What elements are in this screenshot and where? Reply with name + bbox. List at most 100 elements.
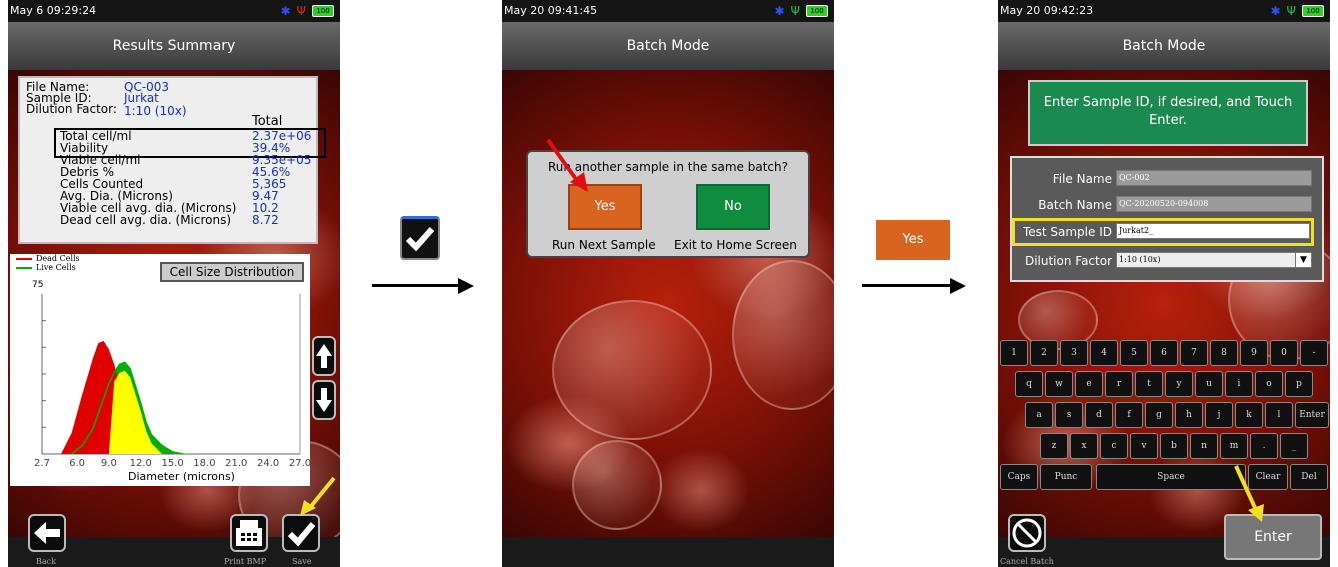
key-t[interactable]: t	[1135, 371, 1163, 397]
battery-icon: 100	[312, 5, 334, 17]
key-5[interactable]: 5	[1120, 340, 1148, 366]
x-tick-label: 6.0	[69, 458, 85, 469]
key-o[interactable]: o	[1255, 371, 1283, 397]
key-g[interactable]: g	[1145, 402, 1173, 428]
key-i[interactable]: i	[1225, 371, 1253, 397]
key-enter[interactable]: Enter	[1295, 402, 1329, 428]
key-x[interactable]: x	[1070, 433, 1098, 459]
x-tick-label: 21.0	[225, 458, 247, 469]
cell-bubble	[552, 300, 712, 440]
key-k[interactable]: k	[1235, 402, 1263, 428]
key-u[interactable]: u	[1195, 371, 1223, 397]
save-check-indicator	[400, 216, 440, 260]
flow-arrow	[862, 284, 952, 287]
key-s[interactable]: s	[1055, 402, 1083, 428]
yes-caption: Run Next Sample	[552, 238, 656, 252]
test-sample-id-input[interactable]: Jurkat2_	[1116, 223, 1310, 239]
key-j[interactable]: j	[1205, 402, 1233, 428]
key-a[interactable]: a	[1025, 402, 1053, 428]
batch-name-field[interactable]: QC-20200520-094008	[1116, 196, 1312, 212]
status-time: May 20 09:42:23	[1000, 4, 1094, 17]
usb-icon: Ψ	[790, 4, 800, 18]
no-button[interactable]: No	[696, 184, 770, 230]
key-[interactable]: _	[1280, 433, 1308, 459]
x-tick-label: 27.0	[289, 458, 310, 469]
key-8[interactable]: 8	[1210, 340, 1238, 366]
key-del[interactable]: Del	[1290, 464, 1328, 490]
battery-icon: 100	[1302, 5, 1324, 17]
page-title: Results Summary	[8, 22, 340, 70]
key-f[interactable]: f	[1115, 402, 1143, 428]
file-name-field[interactable]: QC-002	[1116, 170, 1312, 186]
flow-arrow-head	[950, 278, 966, 294]
key-z[interactable]: z	[1040, 433, 1068, 459]
bluetooth-icon: ✱	[774, 4, 785, 18]
key-0[interactable]: 0	[1270, 340, 1298, 366]
key-7[interactable]: 7	[1180, 340, 1208, 366]
status-bar: May 20 09:41:45 ✱ Ψ 100	[502, 0, 834, 22]
key-space[interactable]: Space	[1096, 464, 1246, 490]
key-punc[interactable]: Punc	[1040, 464, 1092, 490]
dropdown-arrow-icon: ▼	[1295, 253, 1311, 267]
chart-panel: Dead Cells Live Cells Cell Size Distribu…	[10, 254, 310, 486]
key-l[interactable]: l	[1265, 402, 1293, 428]
key-c[interactable]: c	[1100, 433, 1128, 459]
results-summary-screen: May 6 09:29:24 ✱ Ψ 100 Results Summary F…	[8, 0, 340, 567]
key-3[interactable]: 3	[1060, 340, 1088, 366]
scroll-up-button[interactable]	[312, 336, 336, 376]
key-2[interactable]: 2	[1030, 340, 1058, 366]
key-w[interactable]: w	[1045, 371, 1073, 397]
print-bmp-button[interactable]	[230, 514, 268, 552]
batch-mode-prompt-screen: May 20 09:41:45 ✱ Ψ 100 Batch Mode Run a…	[502, 0, 834, 567]
status-time: May 20 09:41:45	[504, 4, 598, 17]
key-1[interactable]: 1	[1000, 340, 1028, 366]
scroll-down-button[interactable]	[312, 380, 336, 420]
results-panel: File Name: Sample ID: Dilution Factor: Q…	[18, 76, 326, 244]
key-b[interactable]: b	[1160, 433, 1188, 459]
usb-icon: Ψ	[1286, 4, 1296, 18]
back-button[interactable]	[28, 514, 66, 552]
key-v[interactable]: v	[1130, 433, 1158, 459]
status-bar: May 20 09:42:23 ✱ Ψ 100	[998, 0, 1330, 22]
onscreen-keyboard: 1 2 3 4 5 6 7 8 9 0- q w e r t y u i o p a s d f g h j k l Enter z x c v b…	[998, 340, 1330, 496]
bluetooth-icon: ✱	[280, 4, 291, 18]
key-y[interactable]: y	[1165, 371, 1193, 397]
cancel-batch-button[interactable]	[1008, 514, 1046, 552]
key-n[interactable]: n	[1190, 433, 1218, 459]
x-tick-label: 2.7	[34, 458, 50, 469]
cell-size-chart: 2.7 6.0 9.0 12.0 15.0 18.0 21.0 24.0 27.0	[34, 294, 310, 469]
check-icon	[405, 227, 435, 252]
battery-icon: 100	[806, 5, 828, 17]
key-[interactable]: .	[1250, 433, 1278, 459]
key-6[interactable]: 6	[1150, 340, 1178, 366]
yellow-pointer-arrow	[300, 476, 336, 516]
key-caps[interactable]: Caps	[1000, 464, 1038, 490]
no-caption: Exit to Home Screen	[674, 238, 797, 252]
flow-arrow-head	[458, 278, 474, 294]
bottom-bar	[502, 537, 834, 567]
status-time: May 6 09:29:24	[10, 4, 97, 17]
check-icon	[287, 522, 316, 547]
key-r[interactable]: r	[1105, 371, 1133, 397]
dilution-factor-label: Dilution Factor	[1024, 254, 1112, 268]
key-p[interactable]: p	[1285, 371, 1313, 397]
key-q[interactable]: q	[1015, 371, 1043, 397]
key-d[interactable]: d	[1085, 402, 1113, 428]
key-9[interactable]: 9	[1240, 340, 1268, 366]
up-arrow-icon	[316, 344, 332, 368]
key-h[interactable]: h	[1175, 402, 1203, 428]
back-label: Back	[36, 557, 56, 566]
result-label: Dead cell avg. dia. (Microns)	[60, 213, 232, 227]
dilution-factor-select[interactable]: 1:10 (10x) ▼	[1116, 252, 1312, 268]
save-button[interactable]	[282, 514, 320, 552]
key-[interactable]: -	[1300, 340, 1328, 366]
key-4[interactable]: 4	[1090, 340, 1118, 366]
x-tick-label: 24.0	[257, 458, 279, 469]
result-value: 8.72	[252, 213, 279, 227]
key-m[interactable]: m	[1220, 433, 1248, 459]
key-e[interactable]: e	[1075, 371, 1103, 397]
x-tick-label: 15.0	[161, 458, 183, 469]
instruction-box: Enter Sample ID, if desired, and Touch E…	[1028, 80, 1308, 146]
dilution-factor-value: 1:10 (10x)	[1119, 255, 1161, 264]
save-label: Save	[292, 557, 312, 566]
